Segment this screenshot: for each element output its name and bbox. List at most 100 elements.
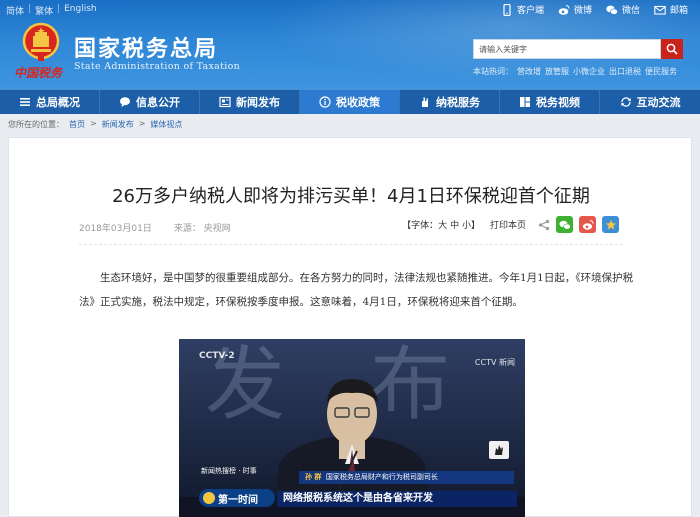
share-qzone-button[interactable] xyxy=(602,216,619,233)
phone-icon xyxy=(503,3,511,16)
article-meta: 2018年03月01日 来源： 央视网 xyxy=(79,221,231,234)
site-name-en: State Administration of Taxation xyxy=(74,61,241,72)
source-name: 央视网 xyxy=(203,224,231,234)
font-size-small[interactable]: 小 xyxy=(462,221,471,231)
weibo-icon xyxy=(558,4,570,15)
nav-item-interaction[interactable]: 互动交流 xyxy=(600,90,700,114)
client-link[interactable]: 客户端 xyxy=(501,3,544,16)
national-emblem-icon[interactable] xyxy=(22,22,60,62)
info-icon xyxy=(319,96,331,108)
menu-icon xyxy=(20,98,30,106)
speaker-name: 孙 群 xyxy=(305,473,322,481)
nav-item-label: 新闻发布 xyxy=(236,96,280,109)
article-paragraph: 生态环境好，是中国梦的很重要组成部分。在各方努力的同时，法律法规也紧随推进。今年… xyxy=(79,272,634,308)
star-icon xyxy=(605,219,616,230)
program-logo-icon xyxy=(203,492,215,504)
hot-keyword-link[interactable]: 营改增 xyxy=(517,66,541,77)
article-date: 2018年03月01日 xyxy=(79,224,152,234)
nav-item-news[interactable]: 新闻发布 xyxy=(200,90,300,114)
hot-keyword-link[interactable]: 小微企业 xyxy=(573,66,605,77)
video-caption: 网络报税系统这个是由各省来开发 xyxy=(277,491,517,507)
print-button[interactable]: 打印本页 xyxy=(490,218,526,231)
site-header: 简体 | 繁体 | English 客户端 微博 微信 邮箱 中国税务 国家税务… xyxy=(0,0,700,89)
nav-item-label: 互动交流 xyxy=(636,96,681,109)
channel-logo-right: CCTV 新闻 xyxy=(474,358,515,367)
lang-english[interactable]: English xyxy=(64,4,97,17)
hot-keywords: 本站热词： 营改增 放管服 小微企业 出口退税 便民服务 xyxy=(473,66,677,77)
lang-simplified[interactable]: 简体 xyxy=(6,4,24,17)
breadcrumb-separator: > xyxy=(90,119,97,128)
nav-item-video[interactable]: 税务视频 xyxy=(500,90,600,114)
wechat-icon xyxy=(606,5,618,15)
breadcrumb-media[interactable]: 媒体视点 xyxy=(150,119,182,130)
speaker-title: 国家税务总局财产和行为税司副司长 xyxy=(325,473,438,481)
sign-language-icon xyxy=(489,441,509,459)
program-tag: 新闻热搜榜 · 时事 xyxy=(201,467,257,475)
search-input[interactable]: 请输入关键字 xyxy=(473,39,661,59)
weibo-link[interactable]: 微博 xyxy=(558,3,592,16)
program-badge: 第一时间 xyxy=(199,489,275,507)
video-icon xyxy=(520,97,530,107)
breadcrumb-separator: > xyxy=(138,119,146,128)
wechat-link[interactable]: 微信 xyxy=(606,3,640,16)
divider xyxy=(79,244,623,245)
client-label: 客户端 xyxy=(516,6,544,16)
search-icon xyxy=(666,43,678,55)
nav-item-label: 纳税服务 xyxy=(436,96,480,109)
weibo-label: 微博 xyxy=(573,6,592,16)
article-tools: 【字体：大 中 小】 打印本页 xyxy=(402,216,619,233)
font-close: 】 xyxy=(470,221,480,231)
lang-separator: | xyxy=(28,4,32,14)
wechat-icon xyxy=(559,220,571,230)
nav-item-label: 总局概况 xyxy=(36,96,80,109)
share-weibo-button[interactable] xyxy=(579,216,596,233)
lang-separator: | xyxy=(57,4,61,14)
search-bar: 请输入关键字 xyxy=(473,39,683,59)
nav-item-info[interactable]: 信息公开 xyxy=(100,90,200,114)
hot-keywords-label: 本站热词： xyxy=(473,67,513,76)
mail-icon xyxy=(654,5,666,15)
lang-traditional[interactable]: 繁体 xyxy=(35,4,53,17)
wechat-label: 微信 xyxy=(621,6,640,16)
chat-icon xyxy=(120,97,130,107)
nav-item-label: 税务视频 xyxy=(536,96,580,109)
search-button[interactable] xyxy=(661,39,683,59)
language-switch: 简体 | 繁体 | English xyxy=(6,4,97,17)
font-size-control: 【字体：大 中 小】 xyxy=(402,218,480,231)
hot-keyword-link[interactable]: 放管服 xyxy=(545,66,569,77)
program-name: 第一时间 xyxy=(218,494,258,506)
article-title: 26万多户纳税人即将为排污买单！4月1日环保税迎首个征期 xyxy=(112,186,590,207)
top-links: 客户端 微博 微信 邮箱 xyxy=(501,3,688,16)
share-icon[interactable] xyxy=(538,219,550,231)
font-size-medium[interactable]: 中 xyxy=(450,221,459,231)
breadcrumb-home[interactable]: 首页 xyxy=(69,119,85,130)
share-wechat-button[interactable] xyxy=(556,216,573,233)
article-source: 来源： 央视网 xyxy=(174,221,231,234)
channel-logo-top: CCTV-2 xyxy=(199,351,235,361)
newspaper-icon xyxy=(219,96,231,108)
nav-item-label: 税收政策 xyxy=(336,96,380,109)
font-size-large[interactable]: 大 xyxy=(438,221,447,231)
nav-item-tax-service[interactable]: 纳税服务 xyxy=(400,90,500,114)
hot-keyword-link[interactable]: 出口退税 xyxy=(609,66,641,77)
video-player[interactable]: 发 布 会 CCTV-2 CCTV 新闻 孙 群 国家税务总局财产和行为税司副司… xyxy=(179,339,525,517)
breadcrumb: 您所在的位置： 首页 > 新闻发布 > 媒体视点 xyxy=(8,119,182,130)
hand-icon xyxy=(422,97,428,107)
mail-label: 邮箱 xyxy=(669,6,688,16)
site-name-cn[interactable]: 国家税务总局 xyxy=(74,31,218,63)
hot-keyword-link[interactable]: 便民服务 xyxy=(645,66,677,77)
font-label: 【字体： xyxy=(402,221,439,231)
nav-item-label: 信息公开 xyxy=(136,96,180,109)
mail-link[interactable]: 邮箱 xyxy=(654,3,688,16)
nav-item-overview[interactable]: 总局概况 xyxy=(0,90,100,114)
article-card: 26万多户纳税人即将为排污买单！4月1日环保税迎首个征期 2018年03月01日… xyxy=(8,137,692,517)
main-nav: 总局概况 信息公开 新闻发布 税收政策 纳税服务 税务视频 互动交流 xyxy=(0,89,700,114)
source-label: 来源： xyxy=(173,224,201,234)
speaker-lower-third: 孙 群 国家税务总局财产和行为税司副司长 xyxy=(299,471,514,484)
exchange-icon xyxy=(620,97,631,107)
breadcrumb-prefix: 您所在的位置： xyxy=(8,120,64,129)
breadcrumb-news[interactable]: 新闻发布 xyxy=(102,119,134,130)
weibo-icon xyxy=(582,219,593,230)
nav-item-tax-policy[interactable]: 税收政策 xyxy=(300,90,400,114)
china-tax-logo-text: 中国税务 xyxy=(14,66,63,80)
